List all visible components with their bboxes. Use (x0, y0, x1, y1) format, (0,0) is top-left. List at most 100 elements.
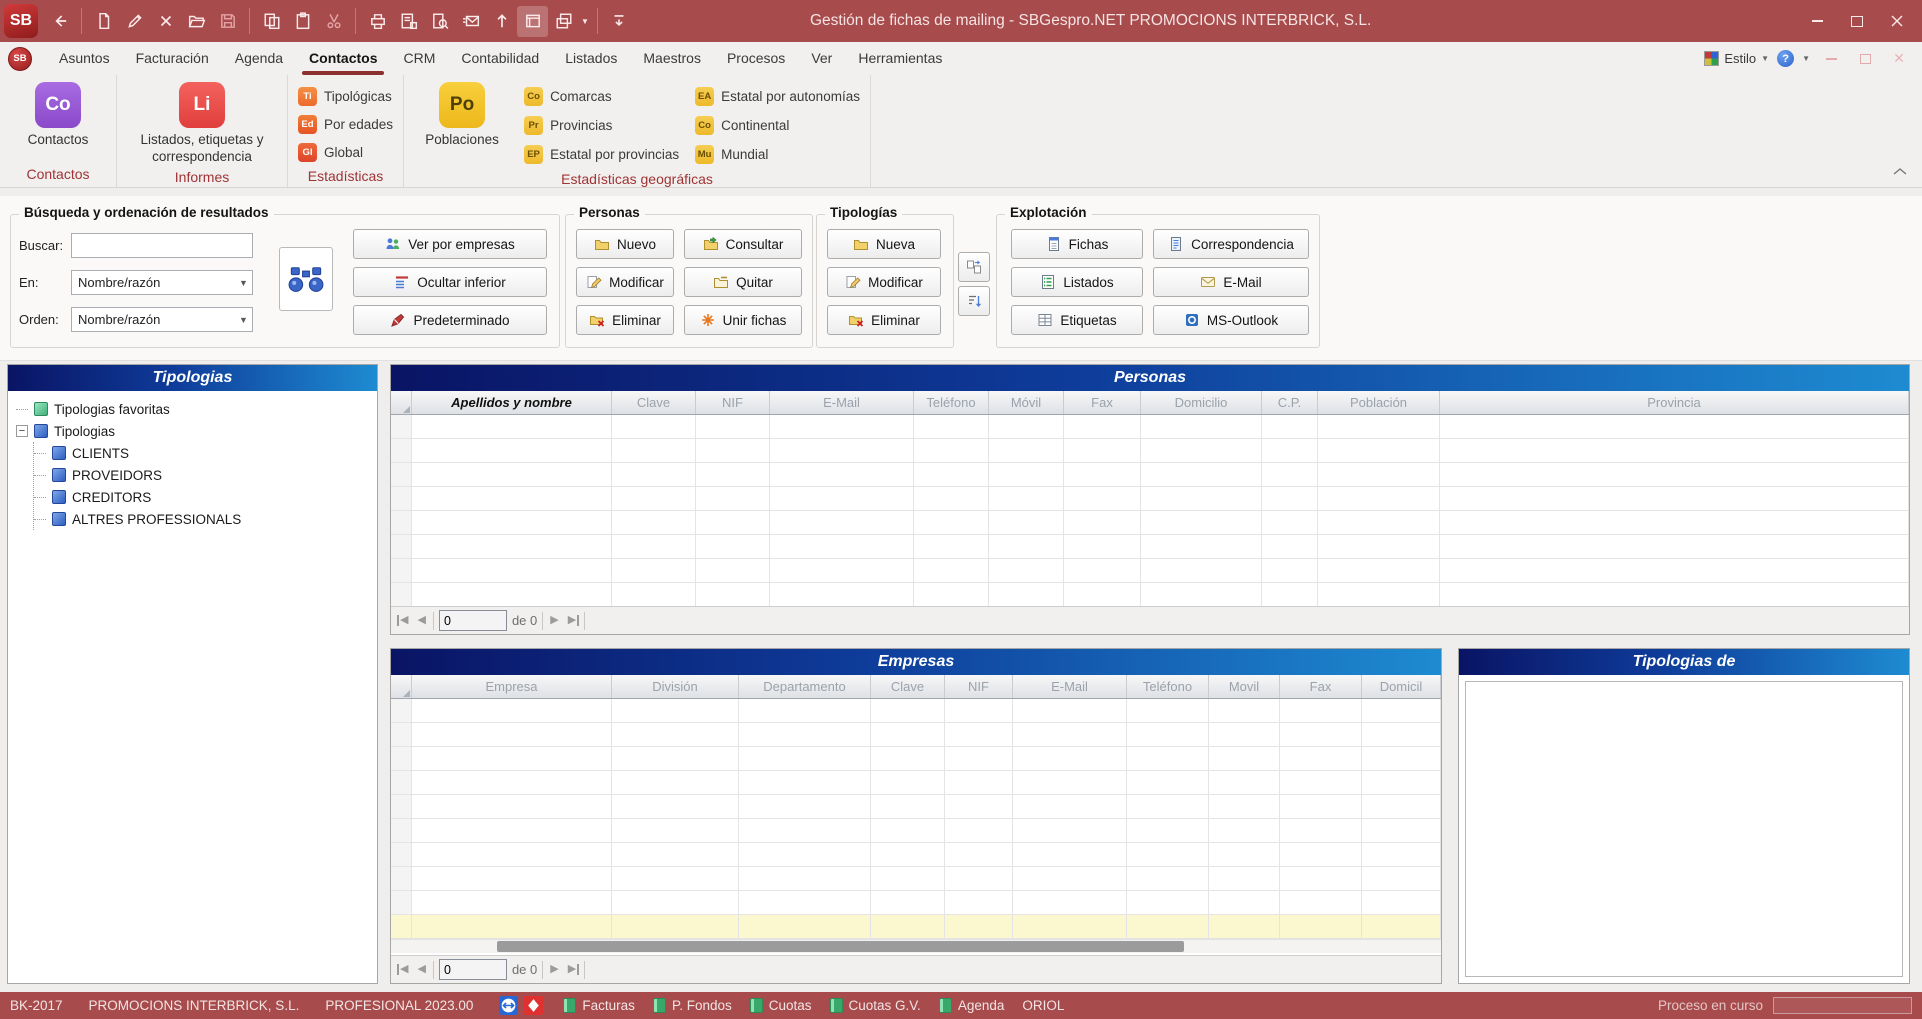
scrollbar-thumb[interactable] (497, 941, 1184, 952)
contactos-tile-button[interactable]: Co Contactos (10, 82, 106, 149)
child-close-button[interactable]: ✕ (1886, 49, 1912, 69)
close-button[interactable] (1880, 7, 1914, 35)
chevron-down-icon[interactable]: ▼ (1802, 54, 1810, 63)
table-row[interactable] (391, 915, 1441, 939)
estatal-por-autonomias-button[interactable]: EA Estatal por autonomías (695, 84, 860, 109)
persona-unir-fichas-button[interactable]: Unir fichas (684, 305, 802, 335)
next-page-button[interactable]: ▶ (548, 964, 560, 975)
menu-facturacion[interactable]: Facturación (123, 42, 222, 75)
column-telefono[interactable]: Teléfono (914, 391, 989, 414)
column-nif[interactable]: NIF (696, 391, 770, 414)
correspondencia-button[interactable]: Correspondencia (1153, 229, 1309, 259)
next-page-button[interactable]: ▶ (548, 615, 560, 626)
table-row[interactable] (391, 583, 1909, 607)
collapse-toggle-icon[interactable] (16, 425, 28, 437)
search-field-select[interactable]: Nombre/razón▼ (71, 270, 253, 295)
edit-icon[interactable] (119, 6, 150, 37)
menu-maestros[interactable]: Maestros (630, 42, 714, 75)
provincias-button[interactable]: Pr Provincias (524, 113, 679, 138)
persona-modificar-button[interactable]: Modificar (576, 267, 674, 297)
cut-icon[interactable] (318, 6, 349, 37)
menu-contabilidad[interactable]: Contabilidad (448, 42, 552, 75)
continental-button[interactable]: Co Continental (695, 113, 860, 138)
search-input[interactable] (71, 233, 253, 258)
help-icon[interactable]: ? (1777, 50, 1794, 67)
column-cp[interactable]: C.P. (1262, 391, 1318, 414)
persona-nuevo-button[interactable]: Nuevo (576, 229, 674, 259)
por-edades-button[interactable]: Ed Por edades (298, 112, 393, 137)
fichas-button[interactable]: Fichas (1011, 229, 1143, 259)
column-provincia[interactable]: Provincia (1440, 391, 1909, 414)
tree-item-creditors[interactable]: CREDITORS (34, 486, 373, 508)
first-page-button[interactable]: ◀ (397, 615, 410, 626)
tipologia-modificar-button[interactable]: Modificar (827, 267, 941, 297)
back-icon[interactable] (44, 6, 75, 37)
column-email[interactable]: E-Mail (1013, 675, 1127, 698)
page-number-input[interactable] (439, 610, 507, 631)
open-icon[interactable] (181, 6, 212, 37)
statusbar-link-agenda[interactable]: Agenda (939, 998, 1005, 1013)
column-nif[interactable]: NIF (945, 675, 1013, 698)
print-icon[interactable] (362, 6, 393, 37)
listados-tile-button[interactable]: Li Listados, etiquetas y correspondencia (127, 82, 277, 166)
delete-icon[interactable] (150, 6, 181, 37)
menu-ver[interactable]: Ver (798, 42, 845, 75)
ver-por-empresas-button[interactable]: Ver por empresas (353, 229, 547, 259)
ms-outlook-button[interactable]: MS-Outlook (1153, 305, 1309, 335)
alert-icon[interactable] (524, 996, 543, 1015)
column-telefono[interactable]: Teléfono (1127, 675, 1209, 698)
table-row[interactable] (391, 559, 1909, 583)
mundial-button[interactable]: Mu Mundial (695, 142, 860, 167)
toolbar-options-icon[interactable] (604, 6, 635, 37)
table-row[interactable] (391, 843, 1441, 867)
sort-az-button[interactable] (958, 286, 990, 316)
ocultar-inferior-button[interactable]: Ocultar inferior (353, 267, 547, 297)
tree-item-clients[interactable]: CLIENTS (34, 442, 373, 464)
assign-tipologia-button[interactable] (958, 252, 990, 282)
column-domicilio[interactable]: Domicil (1362, 675, 1441, 698)
window-list-icon[interactable] (517, 6, 548, 37)
column-email[interactable]: E-Mail (770, 391, 914, 414)
last-page-button[interactable]: ▶ (566, 964, 579, 975)
column-poblacion[interactable]: Población (1318, 391, 1440, 414)
select-all-cell[interactable] (391, 675, 412, 698)
sort-order-select[interactable]: Nombre/razón▼ (71, 307, 253, 332)
style-selector[interactable]: Estilo ▼ (1704, 51, 1769, 66)
cascade-windows-icon[interactable] (548, 6, 579, 37)
copy-icon[interactable] (256, 6, 287, 37)
export-icon[interactable] (486, 6, 517, 37)
column-movil[interactable]: Movil (1209, 675, 1280, 698)
listados-button[interactable]: Listados (1011, 267, 1143, 297)
restore-button[interactable] (1840, 7, 1874, 35)
table-row[interactable] (391, 747, 1441, 771)
child-minimize-button[interactable] (1818, 49, 1844, 69)
previous-page-button[interactable]: ◀ (415, 964, 427, 975)
table-row[interactable] (391, 867, 1441, 891)
table-row[interactable] (391, 439, 1909, 463)
statusbar-link-cuotas[interactable]: Cuotas (750, 998, 812, 1013)
column-apellidos[interactable]: Apellidos y nombre (412, 391, 612, 414)
table-row[interactable] (391, 819, 1441, 843)
print-preview-icon[interactable] (424, 6, 455, 37)
last-page-button[interactable]: ▶ (566, 615, 579, 626)
tipologia-nueva-button[interactable]: Nueva (827, 229, 941, 259)
table-row[interactable] (391, 463, 1909, 487)
page-number-input[interactable] (439, 959, 507, 980)
collapse-ribbon-icon[interactable] (1892, 164, 1908, 179)
table-row[interactable] (391, 723, 1441, 747)
menu-contactos[interactable]: Contactos (296, 42, 390, 75)
tree-item-tipologias[interactable]: Tipologias (16, 420, 373, 442)
menu-crm[interactable]: CRM (390, 42, 448, 75)
table-row[interactable] (391, 487, 1909, 511)
chevron-down-icon[interactable]: ▼ (581, 17, 589, 26)
table-row[interactable] (391, 771, 1441, 795)
send-email-icon[interactable] (455, 6, 486, 37)
column-fax[interactable]: Fax (1280, 675, 1362, 698)
search-execute-button[interactable] (279, 247, 333, 311)
persona-quitar-button[interactable]: Quitar (684, 267, 802, 297)
app-menu-button[interactable]: SB (8, 47, 32, 71)
remote-support-icon[interactable] (499, 996, 518, 1015)
column-departamento[interactable]: Departamento (739, 675, 871, 698)
column-domicilio[interactable]: Domicilio (1141, 391, 1262, 414)
minimize-button[interactable] (1800, 7, 1834, 35)
